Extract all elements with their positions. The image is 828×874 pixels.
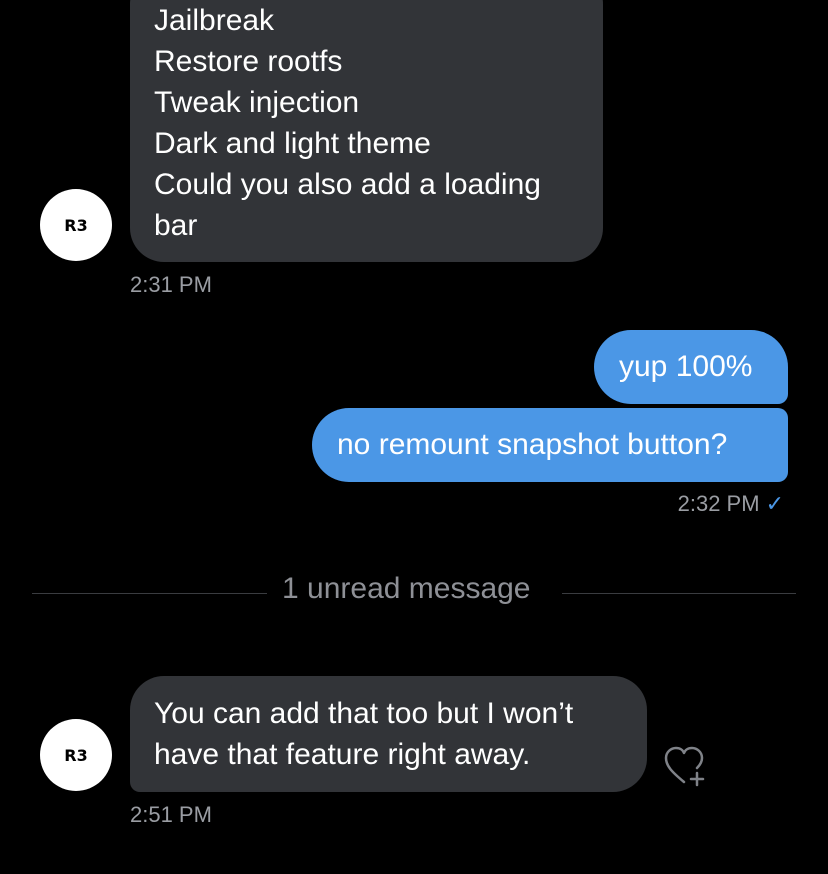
message-text: yup 100% [619,350,753,383]
avatar-initials: R3 [64,745,88,765]
incoming-message-bubble[interactable]: Jailbreak Restore rootfs Tweak injection… [130,0,603,262]
message-line: have that feature right away. [154,738,531,771]
message-timestamp: 2:32 PM ✓ [678,491,784,517]
avatar[interactable]: R3 [40,189,112,261]
message-text: no remount snapshot button? [337,428,728,461]
conversation-view: Jailbreak Restore rootfs Tweak injection… [0,0,828,874]
message-timestamp: 2:51 PM [130,802,212,827]
divider-line-left [32,593,267,594]
heart-plus-icon[interactable] [662,744,708,790]
unread-divider: 1 unread message [282,572,531,605]
message-line: Jailbreak [154,4,275,37]
divider-line-right [562,593,796,594]
avatar[interactable]: R3 [40,719,112,791]
message-line: Dark and light theme [154,127,431,160]
timestamp-text: 2:32 PM [677,491,760,516]
message-line: bar [154,209,198,242]
read-check-icon: ✓ [765,491,784,516]
outgoing-message-bubble[interactable]: yup 100% [594,330,788,404]
outgoing-message-bubble[interactable]: no remount snapshot button? [312,408,788,482]
message-line: Could you also add a loading [154,168,541,201]
message-line: You can add that too but I won’t [154,697,574,730]
incoming-message-bubble[interactable]: You can add that too but I won’t have th… [130,676,647,792]
message-timestamp: 2:31 PM [130,272,212,297]
avatar-initials: R3 [64,215,88,235]
message-line: Restore rootfs [154,45,343,78]
message-line: Tweak injection [154,86,360,119]
